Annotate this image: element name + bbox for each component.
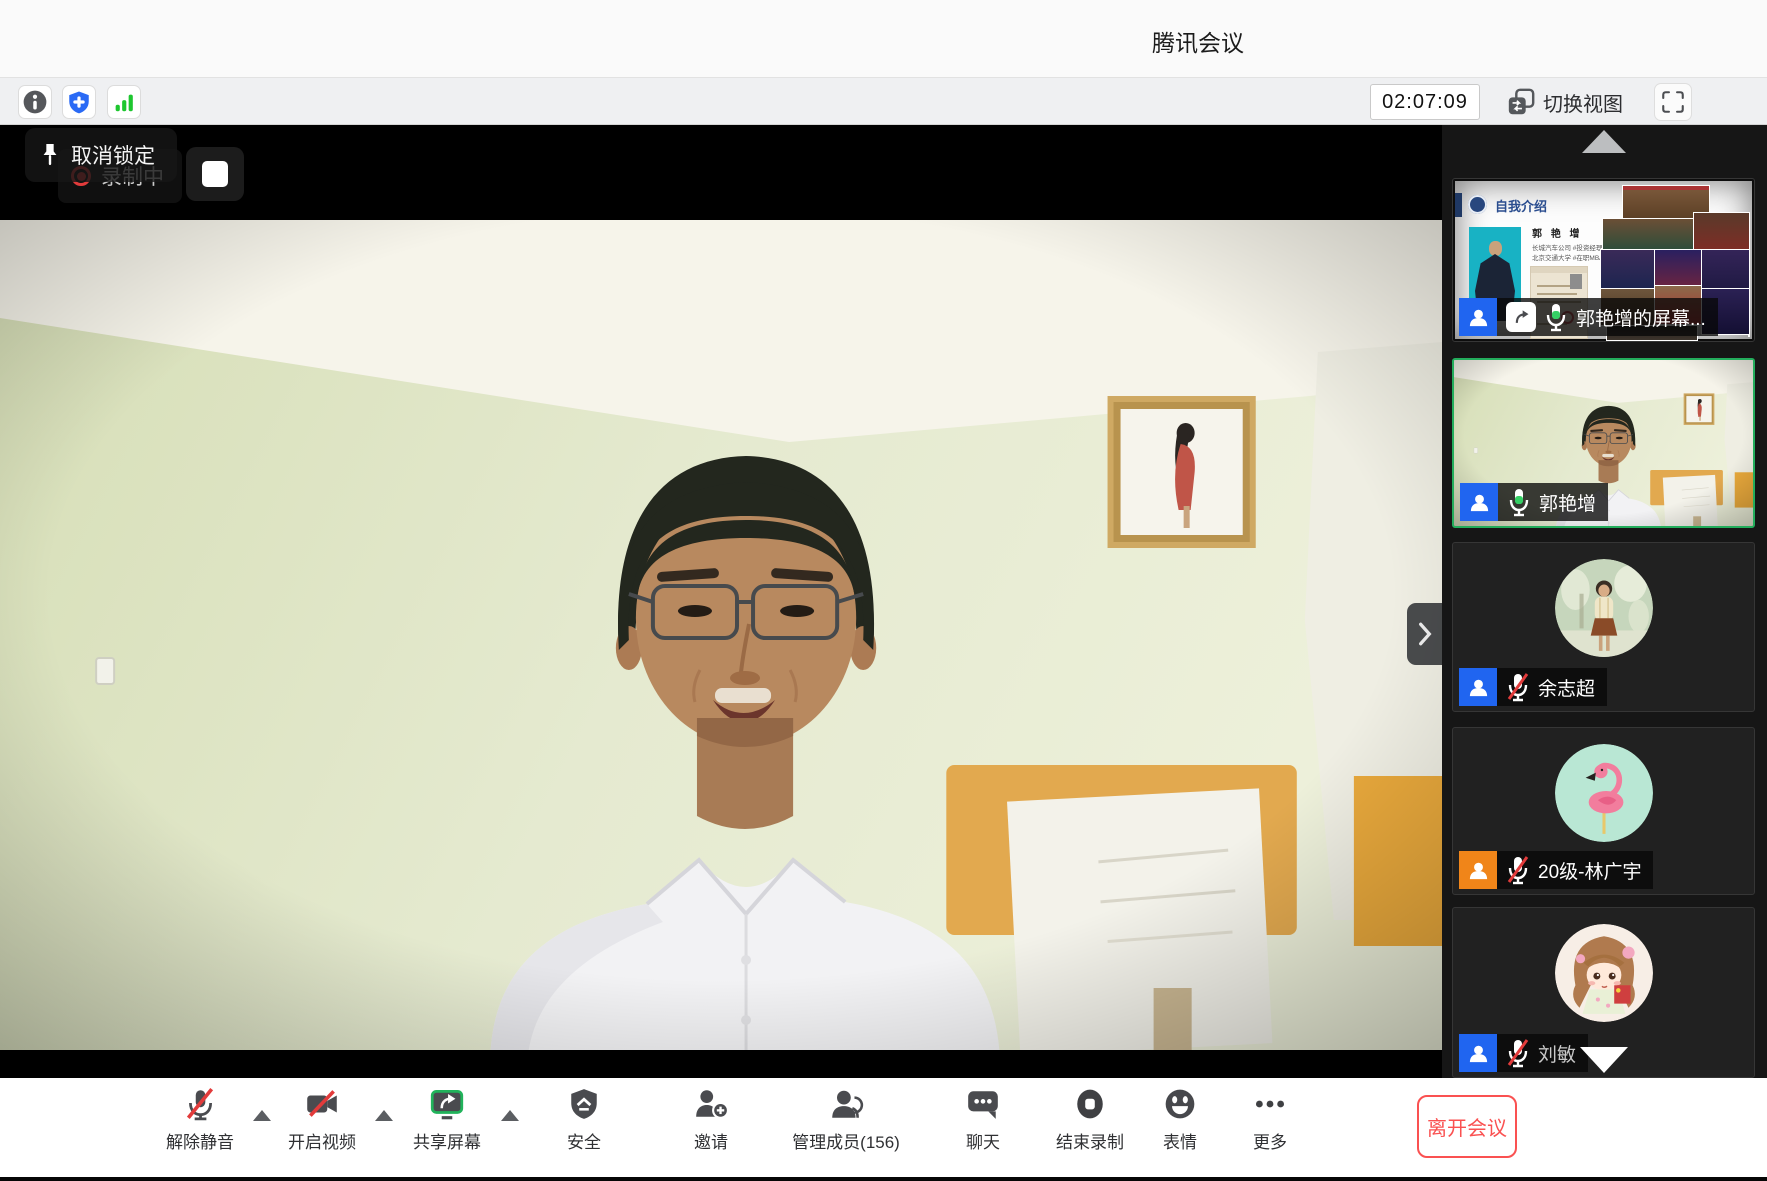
network-signal-icon xyxy=(111,89,137,115)
participant-badge-icon xyxy=(1459,1034,1497,1072)
more-dots-icon xyxy=(1253,1087,1287,1121)
leave-meeting-button[interactable]: 离开会议 xyxy=(1417,1095,1517,1158)
meeting-timer: 02:07:09 xyxy=(1370,84,1480,120)
unpin-button[interactable]: 取消锁定 xyxy=(25,128,177,182)
manage-members-button[interactable]: 管理成员(156) xyxy=(781,1087,911,1153)
participant-tile-lin-guangyu[interactable]: 20级-林广宇 xyxy=(1452,727,1755,895)
camera-off-icon xyxy=(303,1087,341,1121)
slide-logo xyxy=(1468,195,1487,214)
security-shield-icon xyxy=(567,1087,601,1121)
participant-name: 郭艳增的屏幕... xyxy=(1576,304,1706,331)
shield-plus-icon xyxy=(66,89,92,115)
info-icon xyxy=(21,88,49,116)
collapse-sidebar-button[interactable] xyxy=(1407,603,1442,665)
invite-person-icon xyxy=(693,1087,729,1121)
participant-badge-icon xyxy=(1459,668,1497,706)
tile-label: 郭艳增 xyxy=(1460,483,1608,521)
smiley-icon xyxy=(1163,1087,1197,1121)
mic-muted-icon xyxy=(183,1087,217,1121)
tencent-meeting-window: 腾讯会议 02:07:09 xyxy=(0,0,1767,1181)
host-badge-icon xyxy=(1459,298,1497,336)
participants-sidebar: 自我介绍 郭 艳 增 长城汽车公司 #投资经理 北京交通大学 #在职MBA xyxy=(1442,125,1767,1078)
avatar xyxy=(1555,744,1653,842)
chevron-right-icon xyxy=(1416,621,1434,647)
share-screen-button[interactable]: 共享屏幕 xyxy=(382,1087,512,1153)
stop-recording-button[interactable] xyxy=(186,147,244,201)
slide-text-line: 长城汽车公司 #投资经理 xyxy=(1532,242,1602,252)
members-icon xyxy=(828,1087,864,1121)
main-video-stage: 取消锁定 录制中 xyxy=(0,125,1442,1078)
screen-share-icon xyxy=(1506,302,1536,332)
unmute-button[interactable]: 解除静音 xyxy=(135,1087,265,1153)
switch-view-label: 切换视图 xyxy=(1543,88,1623,117)
tile-label: 20级-林广宇 xyxy=(1459,851,1653,889)
main-video-guo-yanzeng xyxy=(0,220,1442,1050)
mic-on-icon xyxy=(1544,302,1568,332)
health-shield-button[interactable] xyxy=(62,85,96,119)
fullscreen-button[interactable] xyxy=(1654,83,1692,121)
participant-tile-guo-yanzeng[interactable]: 郭艳增 xyxy=(1452,358,1755,528)
more-button[interactable]: 更多 xyxy=(1205,1087,1335,1153)
invite-button[interactable]: 邀请 xyxy=(646,1087,776,1153)
slide-title: 自我介绍 xyxy=(1495,196,1547,215)
slide-text-line: 北京交通大学 #在职MBA xyxy=(1532,252,1604,262)
mic-on-icon xyxy=(1507,487,1531,517)
stop-record-icon xyxy=(1073,1087,1107,1121)
switch-view-button[interactable]: 切换视图 xyxy=(1506,84,1623,120)
mic-muted-icon xyxy=(1506,855,1530,885)
scroll-down-arrow[interactable] xyxy=(1580,1047,1628,1073)
security-button[interactable]: 安全 xyxy=(519,1087,649,1153)
start-video-button[interactable]: 开启视频 xyxy=(257,1087,387,1153)
mic-muted-icon xyxy=(1506,1038,1530,1068)
participant-tile-yu-zhichao[interactable]: 余志超 xyxy=(1452,542,1755,712)
avatar xyxy=(1555,559,1653,657)
avatar xyxy=(1555,924,1653,1022)
top-toolbar: 02:07:09 切换视图 xyxy=(0,77,1767,125)
mic-muted-icon xyxy=(1506,672,1530,702)
scroll-up-arrow[interactable] xyxy=(1582,130,1626,153)
network-status-button[interactable] xyxy=(107,85,141,119)
pin-icon xyxy=(39,142,61,168)
tile-label: 余志超 xyxy=(1459,668,1607,706)
participant-name: 20级-林广宇 xyxy=(1538,857,1641,884)
participant-tile-screen-share[interactable]: 自我介绍 郭 艳 增 长城汽车公司 #投资经理 北京交通大学 #在职MBA xyxy=(1452,178,1755,342)
switch-view-icon xyxy=(1506,87,1536,117)
tile-label: 郭艳增的屏幕... xyxy=(1459,298,1718,336)
chat-bubble-icon xyxy=(965,1087,1001,1121)
participant-name: 余志超 xyxy=(1538,674,1595,701)
main-area: 取消锁定 录制中 自我介绍 xyxy=(0,125,1767,1078)
title-bar: 腾讯会议 xyxy=(0,0,1767,77)
unpin-label: 取消锁定 xyxy=(71,140,155,170)
tile-label: 刘敏 xyxy=(1459,1034,1588,1072)
window-title: 腾讯会议 xyxy=(1152,24,1244,58)
share-screen-icon xyxy=(428,1087,466,1121)
host-badge-icon xyxy=(1460,483,1498,521)
fullscreen-icon xyxy=(1660,89,1686,115)
bottom-toolbar: 解除静音 开启视频 共享屏幕 xyxy=(0,1078,1767,1177)
slide-presenter-name: 郭 艳 增 xyxy=(1532,225,1583,240)
stop-square-icon xyxy=(202,161,228,187)
meeting-info-button[interactable] xyxy=(18,85,52,119)
participant-name: 刘敏 xyxy=(1538,1040,1576,1067)
participant-name: 郭艳增 xyxy=(1539,489,1596,516)
share-options-caret[interactable] xyxy=(501,1110,519,1121)
participant-badge-icon xyxy=(1459,851,1497,889)
window-bottom-edge xyxy=(0,1177,1767,1181)
